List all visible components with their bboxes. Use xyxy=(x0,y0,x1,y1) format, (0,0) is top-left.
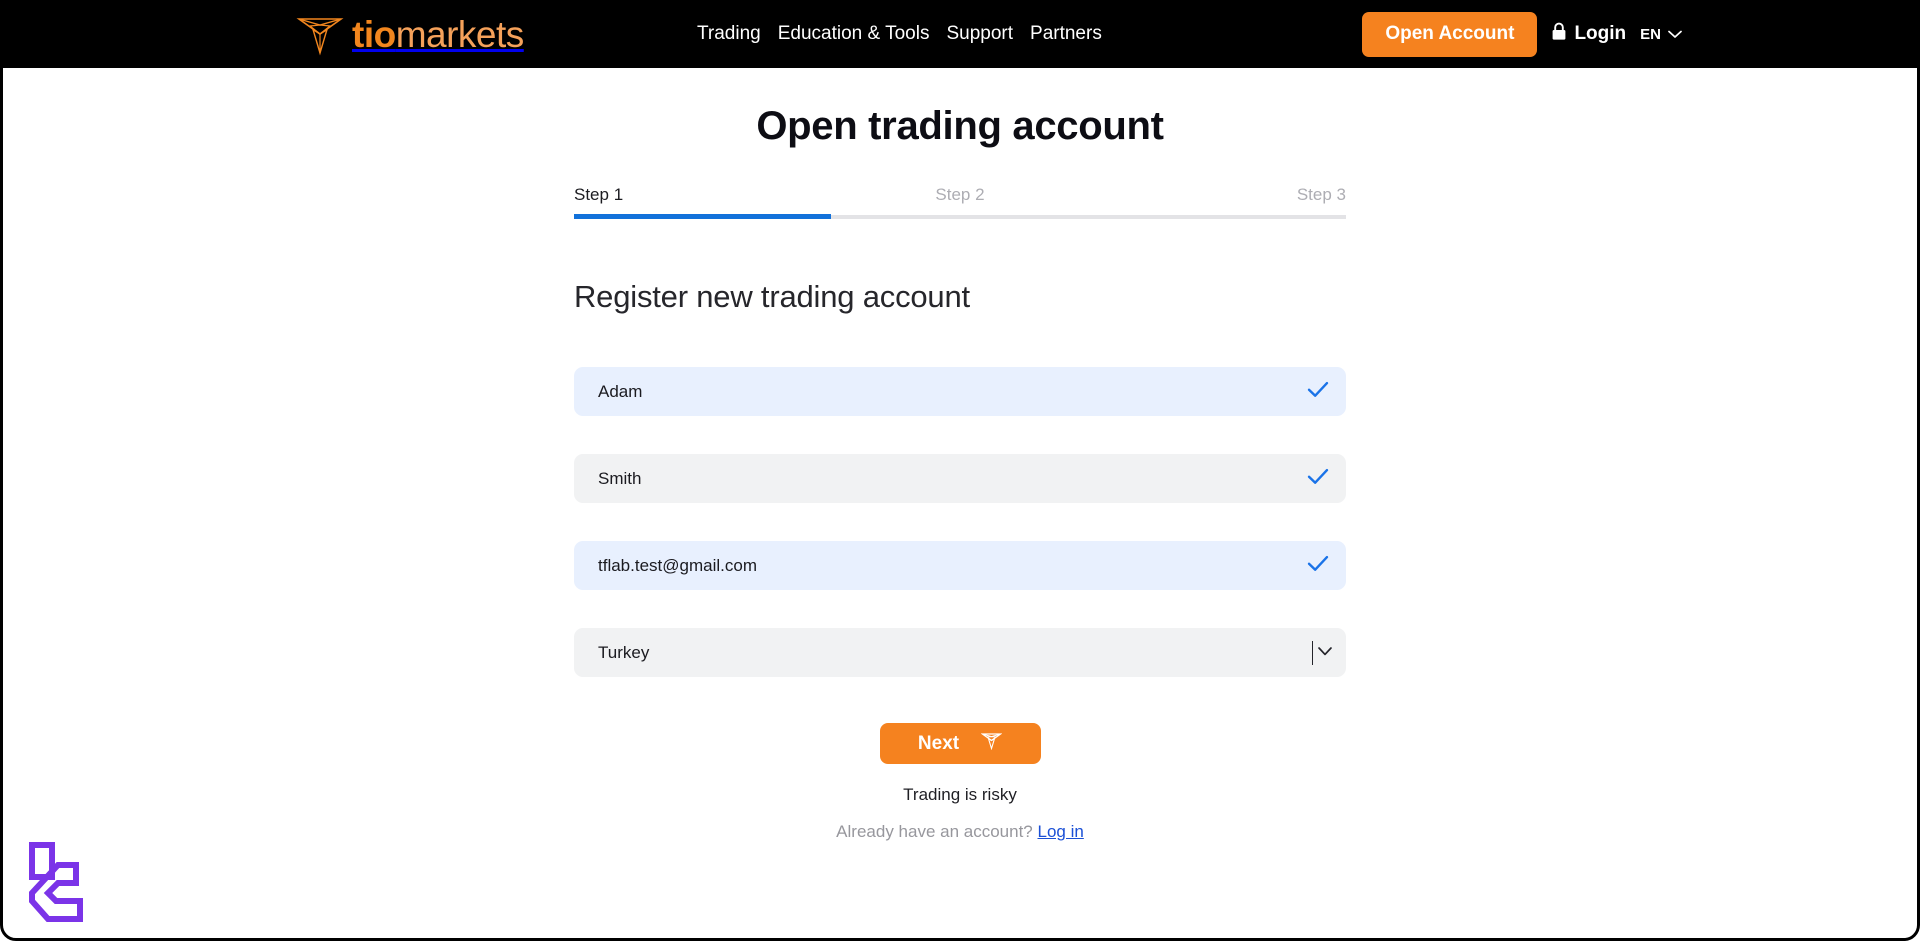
nav-item-partners[interactable]: Partners xyxy=(1030,23,1102,45)
registration-form: Next xyxy=(574,367,1346,764)
purple-bracket-logo-icon xyxy=(18,841,102,933)
last-name-input[interactable] xyxy=(574,454,1346,503)
brand-logo-light: markets xyxy=(395,13,525,55)
email-input[interactable] xyxy=(574,541,1346,590)
login-prompt-text: Already have an account? xyxy=(836,822,1033,841)
nav-item-trading[interactable]: Trading xyxy=(697,23,761,45)
first-name-field-row xyxy=(574,367,1346,416)
step-tabs: Step 1 Step 2 Step 3 xyxy=(574,185,1346,219)
step-tab-2-label: Step 2 xyxy=(935,185,985,204)
open-account-button[interactable]: Open Account xyxy=(1362,11,1538,57)
main-nav: Trading Education & Tools Support Partne… xyxy=(697,0,1102,68)
form-heading: Register new trading account xyxy=(574,279,970,314)
login-prompt-link[interactable]: Log in xyxy=(1038,822,1084,841)
tio-logo-mark-icon xyxy=(296,11,344,57)
brand-logo-bold: tio xyxy=(352,13,396,55)
brand-logo-text: tiomarkets xyxy=(352,16,524,53)
submit-row: Next xyxy=(574,723,1346,764)
chevron-down-icon xyxy=(1668,26,1682,43)
country-select-input[interactable] xyxy=(574,628,1346,677)
brand-logo[interactable]: tiomarkets xyxy=(296,6,524,62)
page-content: Open trading account Step 1 Step 2 Step … xyxy=(0,68,1920,941)
site-header: tiomarkets Trading Education & Tools Sup… xyxy=(0,0,1920,68)
language-label: EN xyxy=(1640,25,1661,43)
next-button[interactable]: Next xyxy=(879,723,1041,764)
registration-wizard: Step 1 Step 2 Step 3 Register new tradin… xyxy=(574,149,1346,842)
select-divider xyxy=(1312,641,1313,665)
nav-item-support[interactable]: Support xyxy=(946,23,1013,45)
first-name-input[interactable] xyxy=(574,367,1346,416)
risk-note: Trading is risky xyxy=(903,785,1017,804)
email-field-row xyxy=(574,541,1346,590)
step-tab-2-bar xyxy=(831,215,1089,219)
next-button-label: Next xyxy=(917,732,960,754)
step-tab-3-label: Step 3 xyxy=(1296,185,1346,204)
login-link[interactable]: Login xyxy=(1551,22,1626,47)
nav-item-education-tools[interactable]: Education & Tools xyxy=(778,23,930,45)
step-tab-3[interactable]: Step 3 xyxy=(1088,185,1346,219)
step-tab-2[interactable]: Step 2 xyxy=(831,185,1089,219)
header-actions: Open Account Login EN xyxy=(1362,0,1682,68)
login-prompt: Already have an account? Log in xyxy=(574,822,1346,842)
login-label: Login xyxy=(1574,23,1627,44)
tio-logo-mark-icon xyxy=(980,731,1003,756)
last-name-field-row xyxy=(574,454,1346,503)
step-tab-1[interactable]: Step 1 xyxy=(574,185,832,219)
step-tab-1-bar xyxy=(574,214,832,219)
country-select-wrap xyxy=(574,628,1346,677)
step-tab-3-bar xyxy=(1088,215,1346,219)
page-title: Open trading account xyxy=(756,104,1164,148)
language-selector[interactable]: EN xyxy=(1640,26,1682,43)
step-tab-1-label: Step 1 xyxy=(574,185,624,204)
lock-icon xyxy=(1551,22,1567,47)
country-field-row xyxy=(574,628,1346,677)
